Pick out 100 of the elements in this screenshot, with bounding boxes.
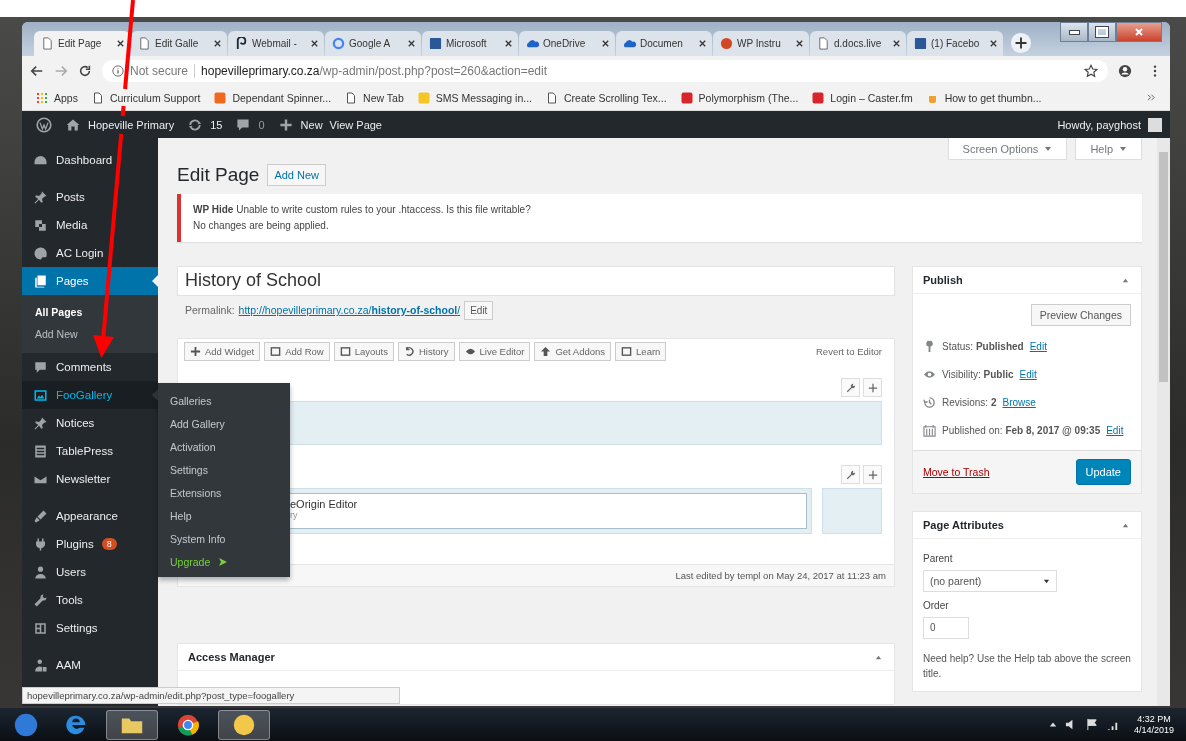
flyout-item[interactable]: Settings xyxy=(158,458,290,481)
flyout-item[interactable]: Upgrade xyxy=(158,550,290,573)
toolbar-button[interactable]: Live Editor xyxy=(458,342,531,361)
collapse-icon[interactable] xyxy=(1122,521,1129,529)
publish-link[interactable]: Edit xyxy=(1106,424,1124,436)
menu-item[interactable]: Dashboard xyxy=(22,146,158,174)
menu-item[interactable]: Settings xyxy=(22,614,158,642)
wrench-button[interactable] xyxy=(841,465,860,484)
order-input[interactable]: 0 xyxy=(923,617,969,639)
parent-select[interactable]: (no parent) xyxy=(923,570,1057,592)
add-new-button[interactable]: Add New xyxy=(267,164,327,186)
bookmark[interactable]: Curriculum Support xyxy=(91,91,201,104)
browser-tab[interactable]: (1) Facebo xyxy=(907,31,1003,56)
bookmark[interactable]: Login – Caster.fm xyxy=(812,91,913,104)
star-icon[interactable] xyxy=(1084,63,1098,78)
menu-item[interactable]: Tools xyxy=(22,586,158,614)
profile-icon[interactable] xyxy=(1118,63,1132,78)
menu-item[interactable]: AAM xyxy=(22,651,158,679)
close-icon[interactable] xyxy=(407,39,416,48)
screen-meta-tab[interactable]: Screen Options xyxy=(947,138,1068,160)
close-icon[interactable] xyxy=(989,39,998,48)
bookmark[interactable]: Polymorphism (The... xyxy=(680,91,799,104)
browser-tab[interactable]: d.docs.live xyxy=(810,31,906,56)
close-icon[interactable] xyxy=(892,39,901,48)
close-icon[interactable] xyxy=(116,39,125,48)
chevron-icon[interactable] xyxy=(1147,93,1156,102)
browser-tab[interactable]: Documen xyxy=(616,31,712,56)
menu-item[interactable]: Appearance xyxy=(22,502,158,530)
close-icon[interactable] xyxy=(310,39,319,48)
browser-tab[interactable]: Edit Galle xyxy=(131,31,227,56)
menu-item[interactable]: Newsletter xyxy=(22,465,158,493)
comments-count[interactable]: 0 xyxy=(258,118,265,131)
permalink-link[interactable]: http://hopevilleprimary.co.za/history-of-school/ xyxy=(238,304,461,316)
update-button[interactable]: Update xyxy=(1075,459,1131,485)
toolbar-button[interactable]: Add Row xyxy=(264,342,330,361)
logo-icon[interactable] xyxy=(36,116,52,133)
move-to-trash-link[interactable]: Move to Trash xyxy=(923,466,990,478)
move-button[interactable] xyxy=(863,465,882,484)
toolbar-button[interactable]: Learn xyxy=(615,342,667,361)
bookmark[interactable]: Apps xyxy=(36,91,78,104)
close-icon[interactable] xyxy=(601,39,610,48)
close-icon[interactable] xyxy=(213,39,222,48)
wrench-button[interactable] xyxy=(841,378,860,397)
maximize-button[interactable] xyxy=(1088,22,1116,42)
clock[interactable]: 4:32 PM 4/14/2019 xyxy=(1127,713,1180,736)
site-name-link[interactable]: Hopeville Primary xyxy=(88,118,175,131)
close-icon[interactable] xyxy=(504,39,513,48)
publish-link[interactable]: Edit xyxy=(1029,340,1047,352)
new-link[interactable]: New xyxy=(300,118,323,131)
toolbar-button[interactable]: Layouts xyxy=(333,342,394,361)
address-bar[interactable]: Not secure hopevilleprimary.co.za/wp-admin/post.php?post=260&action=edit xyxy=(102,59,1108,82)
browser-tab[interactable]: Webmail - xyxy=(228,31,324,56)
back-icon[interactable] xyxy=(30,63,44,78)
taskbar-app[interactable] xyxy=(218,709,270,740)
close-icon[interactable] xyxy=(698,39,707,48)
toolbar-button[interactable]: Add Widget xyxy=(184,342,261,361)
publish-link[interactable]: Edit xyxy=(1019,368,1037,380)
flyout-item[interactable]: Activation xyxy=(158,435,290,458)
scrollbar-thumb[interactable] xyxy=(1159,152,1168,382)
toolbar-button[interactable]: Get Addons xyxy=(534,342,612,361)
move-button[interactable] xyxy=(863,378,882,397)
browser-tab[interactable]: OneDrive xyxy=(519,31,615,56)
collapse-icon[interactable] xyxy=(875,653,882,661)
browser-tab[interactable]: Microsoft xyxy=(422,31,518,56)
menu-item[interactable]: AC Login xyxy=(22,239,158,267)
toolbar-button[interactable]: History xyxy=(397,342,455,361)
menu-item[interactable]: Users xyxy=(22,558,158,586)
submenu-item[interactable]: Add New xyxy=(22,323,158,345)
browser-tab[interactable]: WP Instru xyxy=(713,31,809,56)
submenu-item[interactable]: All Pages xyxy=(22,301,158,323)
view-page-link[interactable]: View Page xyxy=(329,118,382,131)
bookmark[interactable]: SMS Messaging in... xyxy=(417,91,533,104)
menu-item[interactable]: TablePress xyxy=(22,437,158,465)
new-tab-icon[interactable] xyxy=(1010,32,1032,54)
browser-tab[interactable]: Edit Page xyxy=(34,31,130,56)
menu-item[interactable]: FooGallery xyxy=(22,381,158,409)
show-hidden-icon[interactable] xyxy=(1048,720,1057,729)
bookmark[interactable]: How to get thumbn... xyxy=(926,91,1042,104)
taskbar-app[interactable] xyxy=(106,709,158,740)
publish-link[interactable]: Browse xyxy=(1002,396,1036,408)
row-cell[interactable] xyxy=(822,488,882,534)
edit-permalink-button[interactable]: Edit xyxy=(464,300,494,320)
menu-item[interactable]: Comments xyxy=(22,353,158,381)
preview-changes-button[interactable]: Preview Changes xyxy=(1030,304,1131,326)
menu-item[interactable]: Plugins 8 xyxy=(22,530,158,558)
collapse-icon[interactable] xyxy=(1122,276,1129,284)
bookmark[interactable]: New Tab xyxy=(345,91,404,104)
flyout-item[interactable]: Add Gallery xyxy=(158,412,290,435)
minimize-button[interactable] xyxy=(1060,22,1088,42)
title-input[interactable]: History of School xyxy=(177,266,895,296)
menu-item[interactable]: Pages xyxy=(22,267,158,295)
close-icon[interactable] xyxy=(795,39,804,48)
revert-link[interactable]: Revert to Editor xyxy=(816,346,888,357)
flyout-item[interactable]: Galleries xyxy=(158,389,290,412)
close-button[interactable] xyxy=(1116,22,1162,42)
updates-count[interactable]: 15 xyxy=(210,118,223,131)
menu-item[interactable]: Media xyxy=(22,211,158,239)
browser-tab[interactable]: Google A xyxy=(325,31,421,56)
flag-icon[interactable] xyxy=(1085,718,1099,731)
screen-meta-tab[interactable]: Help xyxy=(1075,138,1142,160)
